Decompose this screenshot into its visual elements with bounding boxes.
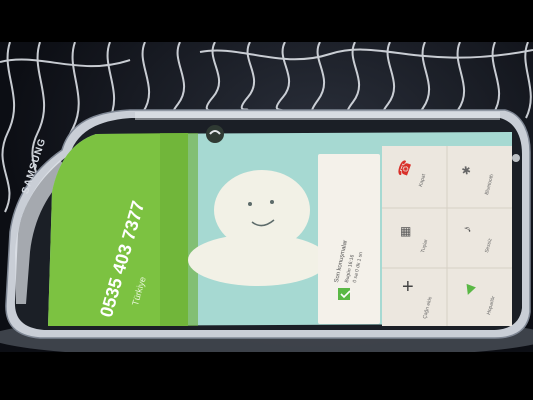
keypad-icon: ▦ [400, 224, 412, 238]
letterbox-bottom [0, 352, 533, 400]
speaker-button[interactable]: ◀ Hoparlör [452, 272, 508, 324]
bluetooth-icon: ✱ [459, 164, 475, 178]
speaker-icon: ◀ [459, 282, 478, 298]
phone-handset-icon [206, 125, 224, 143]
end-call-label: Kapat [418, 173, 428, 188]
call-log-card [318, 154, 380, 324]
add-call-label: Çağrı ekle [422, 295, 434, 320]
mute-label: Sessiz [484, 237, 494, 254]
keypad-label: Tuşlar [420, 238, 430, 254]
plus-icon: + [402, 276, 414, 298]
add-call-button[interactable]: + Çağrı ekle [392, 272, 442, 324]
photo-scene: SAMSUNG 0535 403 7377 Türkiye Son konuşm… [0, 42, 533, 352]
letterbox-top [0, 0, 533, 42]
bluetooth-button[interactable]: ✱ Bluetooth [452, 152, 508, 204]
bluetooth-label: Bluetooth [484, 173, 496, 196]
keypad-button[interactable]: ▦ Tuşlar [392, 212, 442, 264]
mute-button[interactable]: ♪ Sessiz [452, 212, 508, 264]
mute-icon: ♪ [459, 223, 475, 235]
end-call-button[interactable]: ☎ Kapat [392, 152, 442, 204]
speaker-label: Hoparlör [486, 295, 497, 316]
end-call-icon: ☎ [393, 157, 415, 180]
